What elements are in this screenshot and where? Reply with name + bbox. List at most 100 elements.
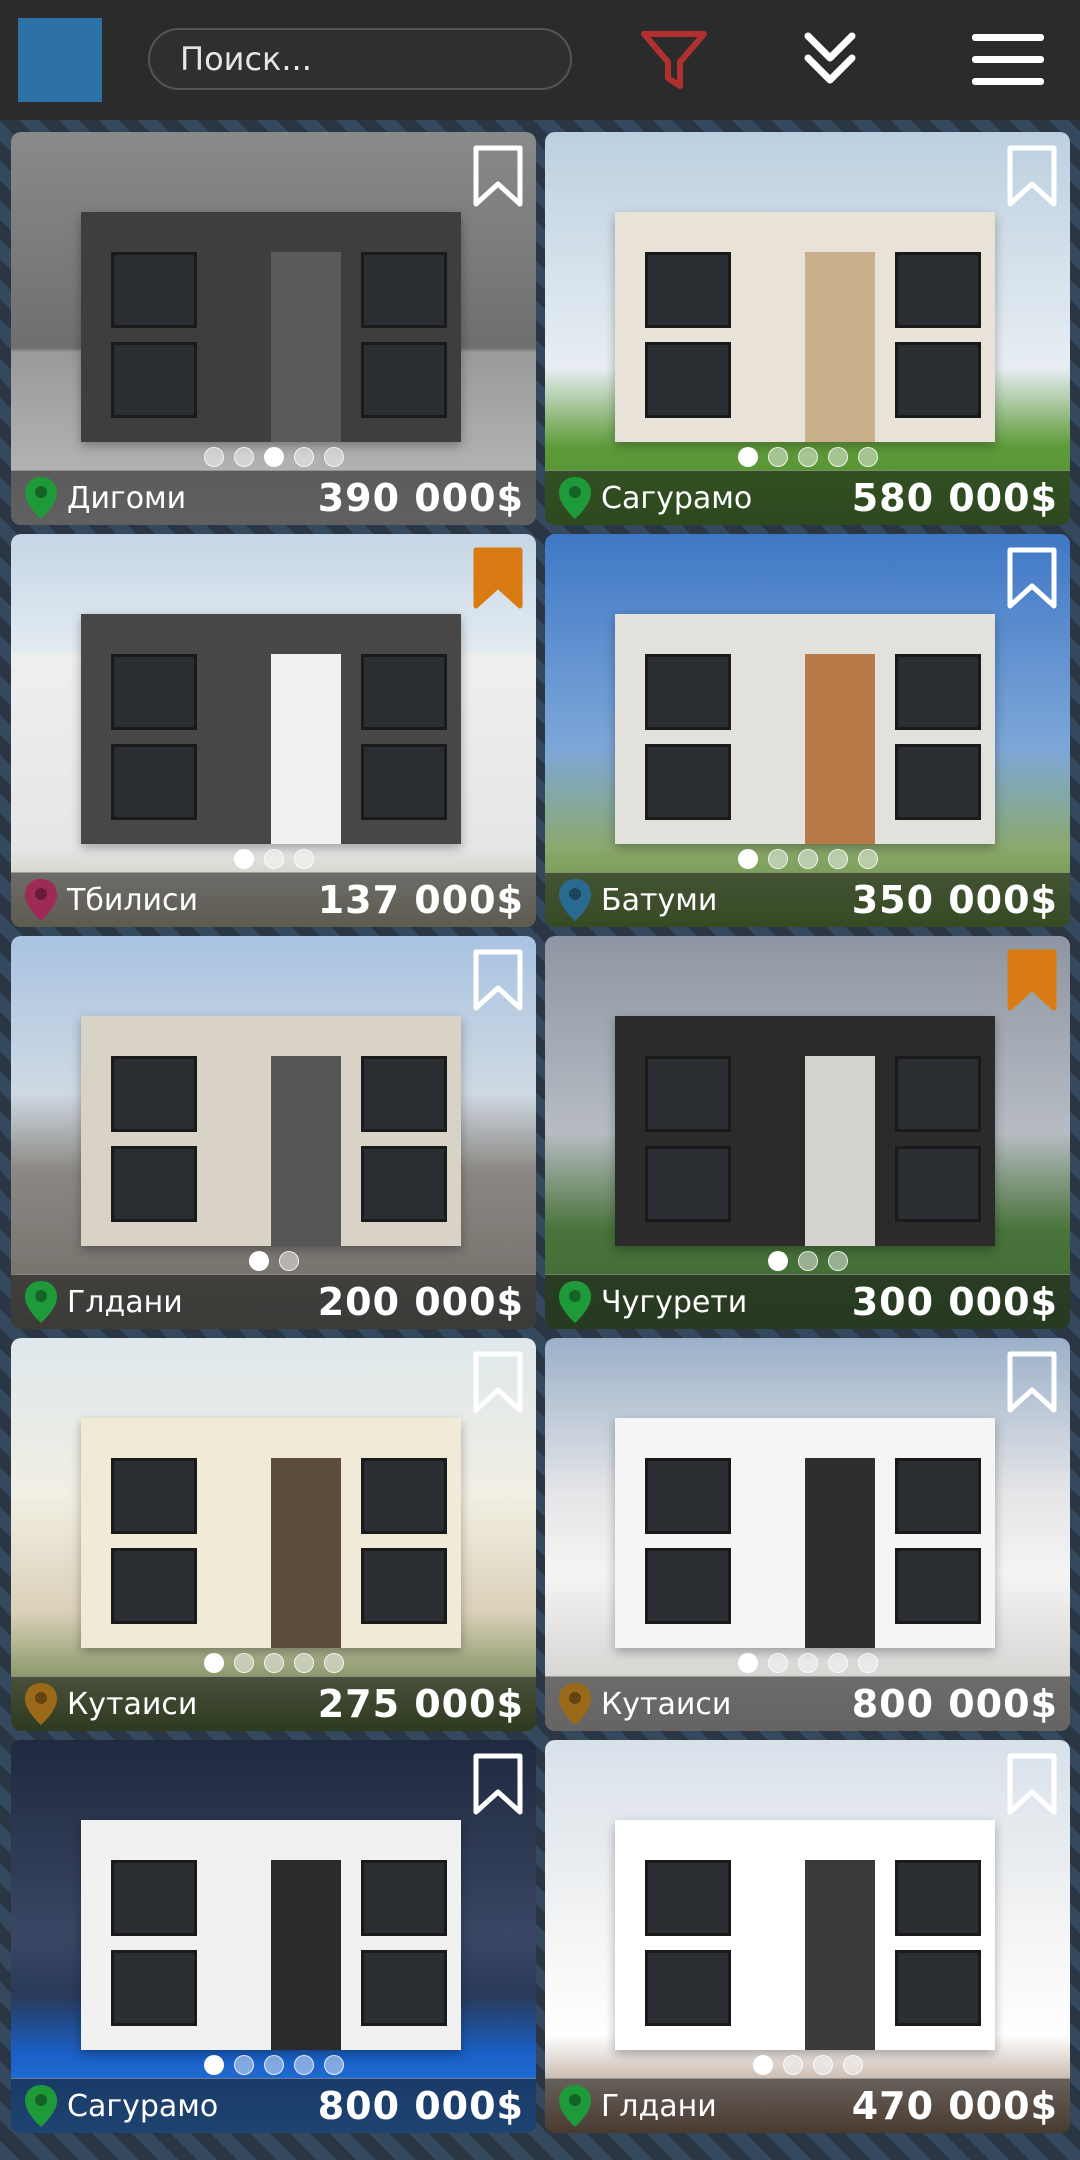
pager-dot[interactable]	[797, 447, 818, 467]
menu-button[interactable]	[968, 28, 1048, 92]
location-pin-icon	[559, 1281, 591, 1323]
pager-dot[interactable]	[323, 2055, 344, 2075]
photo-pager[interactable]	[545, 447, 1070, 467]
pager-dot[interactable]	[263, 447, 284, 467]
pager-dot[interactable]	[263, 1653, 284, 1673]
bookmark-icon[interactable]	[1006, 546, 1058, 610]
collapse-button[interactable]	[794, 28, 866, 92]
listing-location: Батуми	[601, 882, 718, 918]
pager-dot[interactable]	[827, 849, 848, 869]
double-chevron-down-icon	[804, 32, 856, 84]
photo-pager[interactable]	[545, 849, 1070, 869]
bookmark-icon[interactable]	[1006, 1752, 1058, 1816]
house-window	[111, 1056, 197, 1132]
pager-dot[interactable]	[323, 447, 344, 467]
pager-dot[interactable]	[323, 1653, 344, 1673]
location-pin-icon	[25, 477, 57, 519]
bookmark-icon[interactable]	[1006, 948, 1058, 1012]
listing-card[interactable]: Батуми 350 000$	[545, 534, 1070, 927]
pager-dot[interactable]	[767, 1653, 788, 1673]
pager-dot[interactable]	[737, 849, 758, 869]
pager-dot[interactable]	[263, 2055, 284, 2075]
pager-dot[interactable]	[293, 447, 314, 467]
pager-dot[interactable]	[233, 2055, 254, 2075]
bookmark-icon[interactable]	[472, 144, 524, 208]
pager-dot[interactable]	[767, 1251, 788, 1271]
pager-dot[interactable]	[233, 849, 254, 869]
house-window	[645, 654, 731, 730]
house-window	[361, 654, 447, 730]
bookmark-icon[interactable]	[472, 1350, 524, 1414]
listing-card[interactable]: Сагурамо 580 000$	[545, 132, 1070, 525]
pager-dot[interactable]	[263, 849, 284, 869]
pager-dot[interactable]	[827, 447, 848, 467]
listing-card[interactable]: Сагурамо 800 000$	[11, 1740, 536, 2133]
photo-pager[interactable]	[545, 1653, 1070, 1673]
bookmark-icon[interactable]	[1006, 1350, 1058, 1414]
pager-dot[interactable]	[203, 1653, 224, 1673]
listing-card[interactable]: Тбилиси 137 000$	[11, 534, 536, 927]
photo-pager[interactable]	[11, 1251, 536, 1271]
pager-dot[interactable]	[233, 447, 254, 467]
pager-dot[interactable]	[293, 849, 314, 869]
listing-footer: Глдани 470 000$	[545, 2078, 1070, 2133]
bookmark-icon[interactable]	[1006, 144, 1058, 208]
pager-dot[interactable]	[293, 2055, 314, 2075]
listing-card[interactable]: Чугурети 300 000$	[545, 936, 1070, 1329]
pager-dot[interactable]	[797, 1653, 818, 1673]
pager-dot[interactable]	[827, 1653, 848, 1673]
pager-dot[interactable]	[857, 447, 878, 467]
pager-dot[interactable]	[278, 1251, 299, 1271]
search-field[interactable]	[148, 28, 572, 90]
pager-dot[interactable]	[293, 1653, 314, 1673]
photo-pager[interactable]	[545, 1251, 1070, 1271]
filter-button[interactable]	[638, 28, 710, 92]
house-window	[361, 1548, 447, 1624]
pager-dot[interactable]	[857, 849, 878, 869]
listing-card[interactable]: Кутаиси 800 000$	[545, 1338, 1070, 1731]
pager-dot[interactable]	[797, 849, 818, 869]
pager-dot[interactable]	[203, 2055, 224, 2075]
listing-card[interactable]: Глдани 200 000$	[11, 936, 536, 1329]
pager-dot[interactable]	[737, 447, 758, 467]
house-window	[361, 1458, 447, 1534]
app-logo[interactable]	[18, 18, 102, 102]
pager-dot[interactable]	[233, 1653, 254, 1673]
pager-dot[interactable]	[857, 1653, 878, 1673]
pager-dot[interactable]	[842, 2055, 863, 2075]
pager-dot[interactable]	[767, 849, 788, 869]
house-accent	[805, 1860, 875, 2050]
photo-pager[interactable]	[11, 849, 536, 869]
listing-card[interactable]: Глдани 470 000$	[545, 1740, 1070, 2133]
house-illustration	[615, 212, 995, 442]
filter-icon	[641, 31, 707, 89]
listing-card[interactable]: Дигоми 390 000$	[11, 132, 536, 525]
bookmark-icon[interactable]	[472, 1752, 524, 1816]
photo-pager[interactable]	[11, 2055, 536, 2075]
house-window	[895, 252, 981, 328]
location-pin-icon	[25, 1683, 57, 1725]
bookmark-icon[interactable]	[472, 546, 524, 610]
house-window	[645, 1548, 731, 1624]
pager-dot[interactable]	[203, 447, 224, 467]
listing-card[interactable]: Кутаиси 275 000$	[11, 1338, 536, 1731]
pager-dot[interactable]	[767, 447, 788, 467]
pager-dot[interactable]	[782, 2055, 803, 2075]
photo-pager[interactable]	[11, 447, 536, 467]
pager-dot[interactable]	[737, 1653, 758, 1673]
pager-dot[interactable]	[797, 1251, 818, 1271]
pager-dot[interactable]	[812, 2055, 833, 2075]
bookmark-icon[interactable]	[472, 948, 524, 1012]
pager-dot[interactable]	[248, 1251, 269, 1271]
search-input[interactable]	[150, 39, 570, 79]
house-accent	[271, 654, 341, 844]
listing-footer: Тбилиси 137 000$	[11, 872, 536, 927]
listing-footer: Кутаиси 800 000$	[545, 1676, 1070, 1731]
listing-location: Кутаиси	[601, 1686, 732, 1722]
house-window	[895, 744, 981, 820]
photo-pager[interactable]	[545, 2055, 1070, 2075]
pager-dot[interactable]	[752, 2055, 773, 2075]
house-window	[111, 1950, 197, 2026]
photo-pager[interactable]	[11, 1653, 536, 1673]
pager-dot[interactable]	[827, 1251, 848, 1271]
